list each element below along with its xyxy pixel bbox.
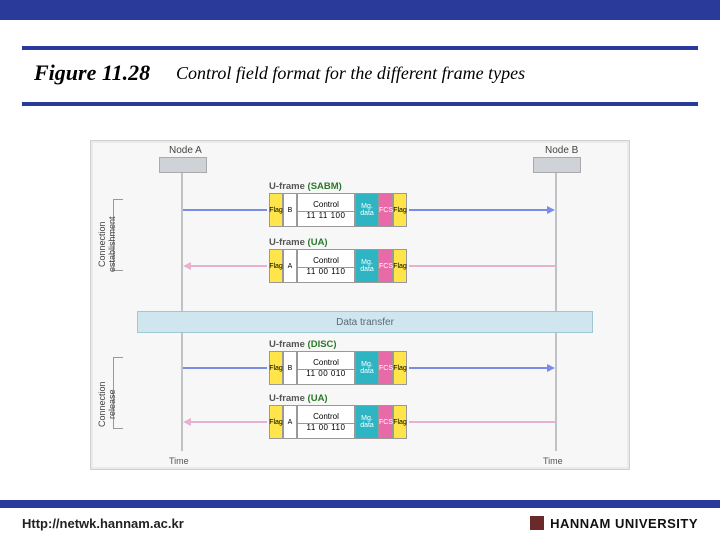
frame-2: Flag A Control 11 00 110 Mg. data FCS Fl… [269,249,407,283]
arrow-1-tail [183,209,267,211]
frame-label-2: U-frame (UA) [269,237,328,248]
addr-cell: B [283,351,297,385]
rule-top [22,46,698,50]
arrow-4-head [183,418,191,426]
control-cell: Control 11 00 110 [297,405,355,439]
flag-cell: Flag [269,249,283,283]
flag-cell-r: Flag [393,249,407,283]
arrow-3-head [547,364,555,372]
diagram-container: Node A Node B Time Time Connection estab… [90,140,630,470]
footer-university: HANNAM UNIVERSITY [530,516,698,531]
node-a-label: Node A [169,145,202,156]
side-label-release: Connection release [97,369,109,439]
figure-caption: Control field format for the different f… [176,63,525,84]
frame-4: Flag A Control 11 00 110 Mg. data FCS Fl… [269,405,407,439]
rule-bottom [0,500,720,508]
flag-cell-r: Flag [393,405,407,439]
side-label-establish: Connection establishment [97,209,109,279]
flag-cell: Flag [269,405,283,439]
arrow-3-head-line [409,367,549,369]
arrow-2-head-line [191,265,267,267]
node-a-box [159,157,207,173]
top-accent-bar [0,0,720,20]
footer: Http://netwk.hannam.ac.kr HANNAM UNIVERS… [0,510,720,536]
frame-3: Flag B Control 11 00 010 Mg. data FCS Fl… [269,351,407,385]
node-b-label: Node B [545,145,578,156]
control-cell: Control 11 00 110 [297,249,355,283]
mg-cell: Mg. data [355,193,379,227]
data-transfer-band: Data transfer [137,311,593,333]
figure-number: Figure 11.28 [34,60,150,86]
university-logo-icon [530,516,544,530]
frame-label-1: U-frame (SABM) [269,181,342,192]
addr-cell: A [283,249,297,283]
frame-label-4: U-frame (UA) [269,393,328,404]
mg-cell: Mg. data [355,405,379,439]
mg-cell: Mg. data [355,351,379,385]
time-label-a: Time [169,456,189,466]
addr-cell: A [283,405,297,439]
flag-cell: Flag [269,193,283,227]
flag-cell: Flag [269,351,283,385]
rule-mid [22,102,698,106]
mg-cell: Mg. data [355,249,379,283]
fcs-cell: FCS [379,405,393,439]
arrow-1-head-line [409,209,549,211]
arrow-2-tail [409,265,555,267]
fcs-cell: FCS [379,249,393,283]
node-b-box [533,157,581,173]
arrow-2-head [183,262,191,270]
footer-url: Http://netwk.hannam.ac.kr [22,516,184,531]
frame-label-3: U-frame (DISC) [269,339,337,350]
arrow-3-tail [183,367,267,369]
control-cell: Control 11 00 010 [297,351,355,385]
addr-cell: B [283,193,297,227]
arrow-4-tail [409,421,555,423]
flag-cell-r: Flag [393,351,407,385]
flag-cell-r: Flag [393,193,407,227]
frame-1: Flag B Control 11 11 100 Mg. data FCS Fl… [269,193,407,227]
time-label-b: Time [543,456,563,466]
arrow-4-head-line [191,421,267,423]
fcs-cell: FCS [379,351,393,385]
fcs-cell: FCS [379,193,393,227]
control-cell: Control 11 11 100 [297,193,355,227]
arrow-1-head [547,206,555,214]
